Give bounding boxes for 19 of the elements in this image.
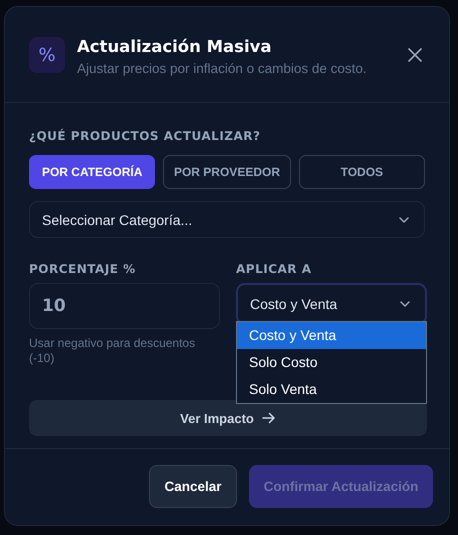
section-label: ¿QUÉ PRODUCTOS ACTUALIZAR? (29, 129, 262, 143)
dropdown-option[interactable]: Solo Costo (237, 349, 426, 376)
scope-tab[interactable]: POR CATEGORÍA (29, 155, 156, 189)
hint-text: Usar negativo para descuentos (-10) (29, 336, 196, 366)
scope-tab[interactable]: TODOS (298, 155, 425, 189)
dialog-subtitle: Ajustar precios por inflación o cambios de costo. (77, 61, 368, 76)
field-label: PORCENTAJE % (29, 262, 137, 276)
impact-button[interactable]: Ver Impacto (29, 400, 427, 436)
dialog-title: Actualización Masiva (77, 37, 273, 57)
category-select[interactable]: Seleccionar Categoría... (29, 201, 425, 238)
dropdown-option[interactable]: Solo Venta (237, 376, 426, 403)
scope-tab[interactable]: POR PROVEEDOR (163, 155, 291, 189)
percentage-field[interactable]: 10 (29, 283, 220, 329)
cancel-button[interactable]: Cancelar (149, 465, 237, 508)
close-icon[interactable] (408, 48, 422, 62)
arrow-icon (262, 412, 276, 424)
dropdown-option[interactable]: Costo y Venta (237, 322, 426, 349)
field-label: APLICAR A (236, 262, 312, 276)
percent-icon: % (29, 37, 65, 73)
